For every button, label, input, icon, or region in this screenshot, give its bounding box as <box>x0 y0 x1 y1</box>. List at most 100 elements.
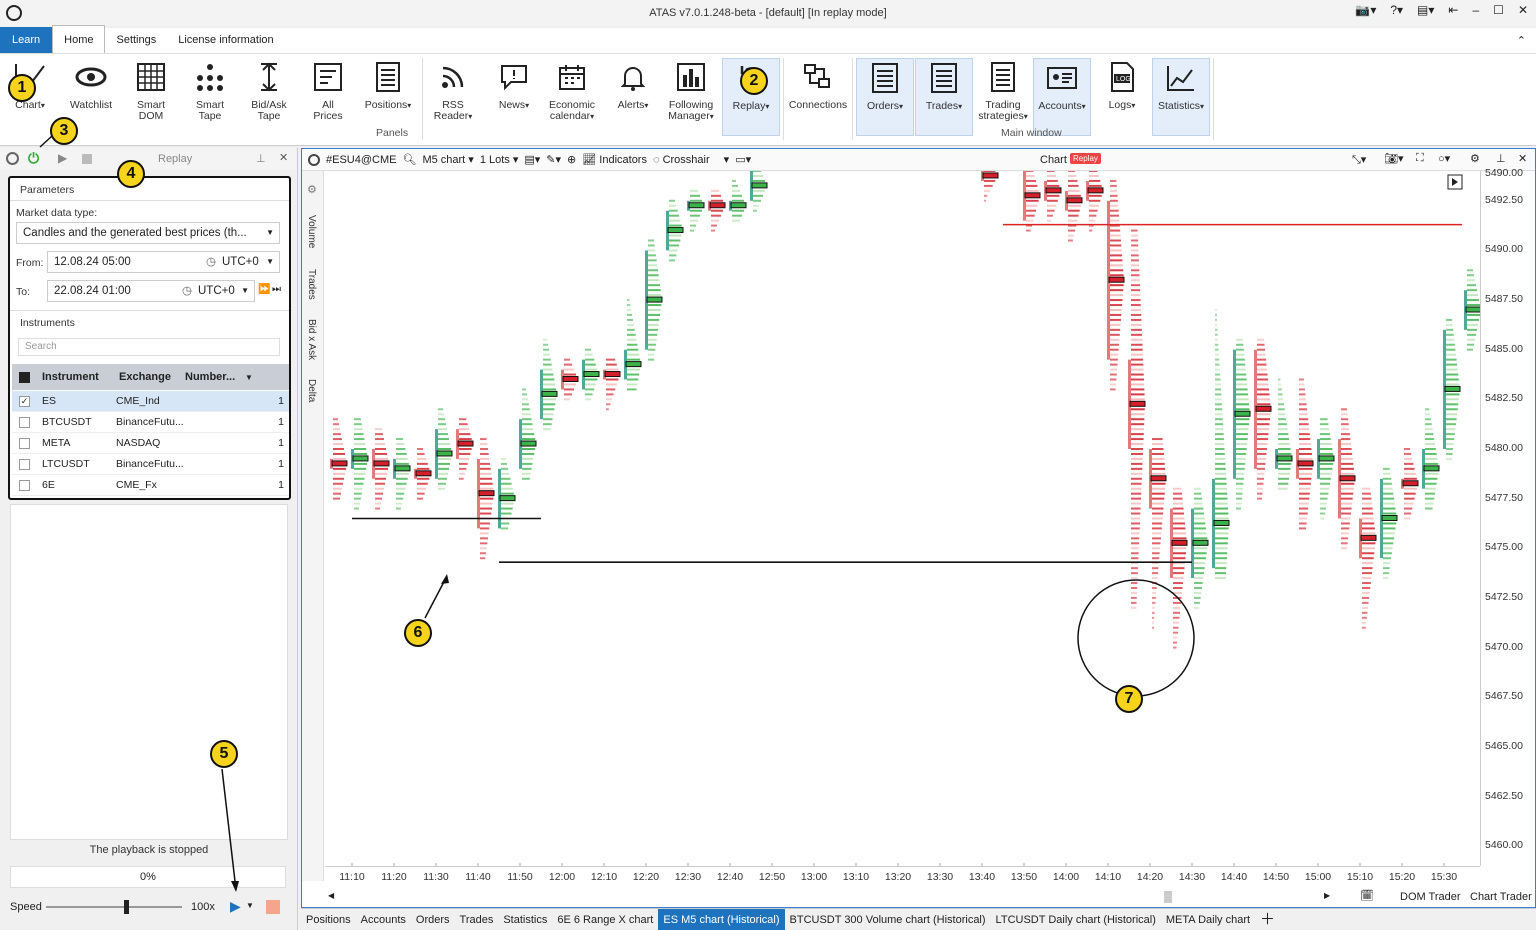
collapse-ribbon-icon[interactable]: ⌃ <box>1517 34 1526 47</box>
play-speed-icon[interactable]: ▶ <box>230 898 241 915</box>
shrink-icon[interactable]: ⤡▾ <box>1352 153 1366 167</box>
table-row[interactable]: ✓ ES CME_Ind 1 <box>12 391 289 412</box>
speed-slider-handle[interactable] <box>124 900 129 914</box>
camera-icon[interactable]: 📷︎▾ <box>1384 152 1404 165</box>
row-checkbox[interactable] <box>19 437 30 449</box>
tab-settings[interactable]: Settings <box>105 27 167 53</box>
tab-meta-daily-chart[interactable]: META Daily chart <box>1161 909 1255 930</box>
tab-positions[interactable]: Positions <box>301 909 356 930</box>
footprint-candle[interactable] <box>687 189 705 232</box>
from-date-field[interactable]: 12.08.24 05:00 ◷ UTC+0 ▼ <box>47 251 280 273</box>
pin-icon[interactable]: ⊥ <box>1496 152 1506 165</box>
footprint-candle[interactable] <box>1212 309 1230 580</box>
crosshair-button[interactable]: ◌ Crosshair <box>653 154 710 166</box>
stop-icon[interactable] <box>82 154 92 164</box>
footprint-candle[interactable] <box>729 179 747 222</box>
footprint-candle[interactable] <box>372 428 390 510</box>
footprint-candle[interactable] <box>477 438 495 560</box>
close-chart-icon[interactable]: ✕ <box>1518 152 1527 165</box>
footprint-candle[interactable] <box>456 418 474 480</box>
connections-button[interactable]: Connections <box>787 58 849 136</box>
table-row[interactable]: 6E CME_Fx 1 <box>12 475 289 496</box>
column-number[interactable]: Number... <box>185 371 245 383</box>
footprint-candle[interactable] <box>645 239 663 361</box>
footprint-candle[interactable] <box>603 358 621 411</box>
footprint-candle[interactable] <box>1044 171 1062 222</box>
footprint-candle[interactable] <box>1170 487 1188 649</box>
footprint-candle[interactable] <box>540 338 558 431</box>
footprint-candle[interactable] <box>330 418 348 500</box>
tab-btcusdt-volume-chart[interactable]: BTCUSDT 300 Volume chart (Historical) <box>785 909 991 930</box>
footprint-candle[interactable] <box>708 189 726 232</box>
side-label-bid-ask[interactable]: Bid x Ask <box>306 319 317 360</box>
footprint-candle[interactable] <box>1254 338 1272 500</box>
all-prices-button[interactable]: All Prices <box>299 58 357 136</box>
tab-ltcusdt-daily-chart[interactable]: LTCUSDT Daily chart (Historical) <box>991 909 1161 930</box>
chevron-down-icon[interactable]: ▼ <box>246 901 254 910</box>
footprint-candle[interactable] <box>1338 408 1356 550</box>
row-checkbox[interactable] <box>19 416 30 428</box>
row-checkbox[interactable]: ✓ <box>19 395 30 407</box>
positions-button[interactable]: Positions▾ <box>359 58 417 136</box>
stop-square-icon[interactable] <box>266 900 280 914</box>
window-layout-icon[interactable]: ▭▾ <box>735 153 751 166</box>
footprint-candle[interactable] <box>1380 467 1398 580</box>
footprint-candle[interactable] <box>1233 338 1251 510</box>
accounts-button[interactable]: Accounts▾ <box>1033 58 1091 136</box>
calendar-icon[interactable]: 🗓︎ <box>1360 889 1374 902</box>
trades-button[interactable]: Trades▾ <box>915 58 973 136</box>
alerts-button[interactable]: Alerts▾ <box>604 58 662 136</box>
fullscreen-icon[interactable]: ⛶ <box>1416 152 1424 165</box>
tab-accounts[interactable]: Accounts <box>356 909 411 930</box>
footprint-candle[interactable] <box>624 299 642 391</box>
column-instrument[interactable]: Instrument <box>42 371 119 383</box>
row-checkbox[interactable] <box>19 479 30 491</box>
footprint-candle[interactable] <box>1107 179 1125 391</box>
footprint-candle[interactable] <box>414 448 432 500</box>
tab-6e-range-chart[interactable]: 6E 6 Range X chart <box>552 909 658 930</box>
add-tab-icon[interactable]: ＋ <box>1255 909 1280 930</box>
symbol-label[interactable]: #ESU4@CME <box>326 154 396 166</box>
to-date-field[interactable]: 22.08.24 01:00 ◷ UTC+0 ▼ <box>47 280 255 302</box>
bid-ask-tape-button[interactable]: Bid/Ask Tape <box>240 58 298 136</box>
zoom-icon[interactable]: ⊕ <box>567 153 576 166</box>
statistics-button[interactable]: Statistics▾ <box>1152 58 1210 136</box>
side-label-volume[interactable]: Volume <box>306 215 317 248</box>
row-checkbox[interactable] <box>19 458 30 470</box>
settings-icon[interactable]: ⚙ <box>307 183 317 196</box>
scroll-left-icon[interactable]: ◀ <box>328 891 334 900</box>
time-axis[interactable]: 11:10 11:20 11:30 11:40 11:50 12:00 12:10 12:20… <box>325 866 1480 888</box>
footprint-candle[interactable] <box>435 408 453 490</box>
tab-statistics[interactable]: Statistics <box>498 909 552 930</box>
footprint-candle[interactable] <box>1464 269 1480 351</box>
maximize-icon[interactable]: ☐ <box>1493 3 1504 17</box>
price-axis[interactable]: 5490.00 5492.50 5490.00 5487.50 5485.00 5482.… <box>1480 167 1535 866</box>
market-data-type-select[interactable]: Candles and the generated best prices (t… <box>16 222 280 244</box>
tab-learn[interactable]: Learn <box>0 27 53 53</box>
tab-orders[interactable]: Orders <box>411 909 455 930</box>
tab-home[interactable]: Home <box>52 25 106 53</box>
close-panel-icon[interactable]: ✕ <box>279 151 288 164</box>
dom-trader-button[interactable]: DOM Trader <box>1400 891 1461 903</box>
footprint-candle[interactable] <box>561 358 579 401</box>
pencil-icon[interactable]: ✎▾ <box>546 153 561 166</box>
footprint-candle[interactable] <box>351 418 369 510</box>
trading-strategies-button[interactable]: Trading strategies▾ <box>974 58 1032 136</box>
tab-trades[interactable]: Trades <box>455 909 499 930</box>
footprint-candle[interactable] <box>1023 171 1041 232</box>
indicators-button[interactable]: 📈︎ Indicators <box>582 153 647 166</box>
footprint-candle[interactable] <box>1065 171 1083 242</box>
footprint-candle[interactable] <box>1275 378 1293 490</box>
footprint-candle[interactable] <box>1128 229 1146 609</box>
footprint-candle[interactable] <box>1296 378 1314 530</box>
chart-trader-button[interactable]: Chart Trader <box>1470 891 1532 903</box>
speed-slider-track[interactable] <box>46 906 182 908</box>
select-all-checkbox[interactable] <box>19 371 30 383</box>
smart-dom-button[interactable]: Smart DOM <box>122 58 180 136</box>
footprint-candle[interactable] <box>582 348 600 401</box>
play-icon[interactable]: ▶ <box>58 151 67 165</box>
footprint-candle[interactable] <box>1443 318 1461 460</box>
footprint-candle[interactable] <box>1191 487 1209 609</box>
table-row[interactable]: LTCUSDT BinanceFutu... 1 <box>12 454 289 475</box>
lots-select[interactable]: 1 Lots ▾ <box>480 153 519 166</box>
